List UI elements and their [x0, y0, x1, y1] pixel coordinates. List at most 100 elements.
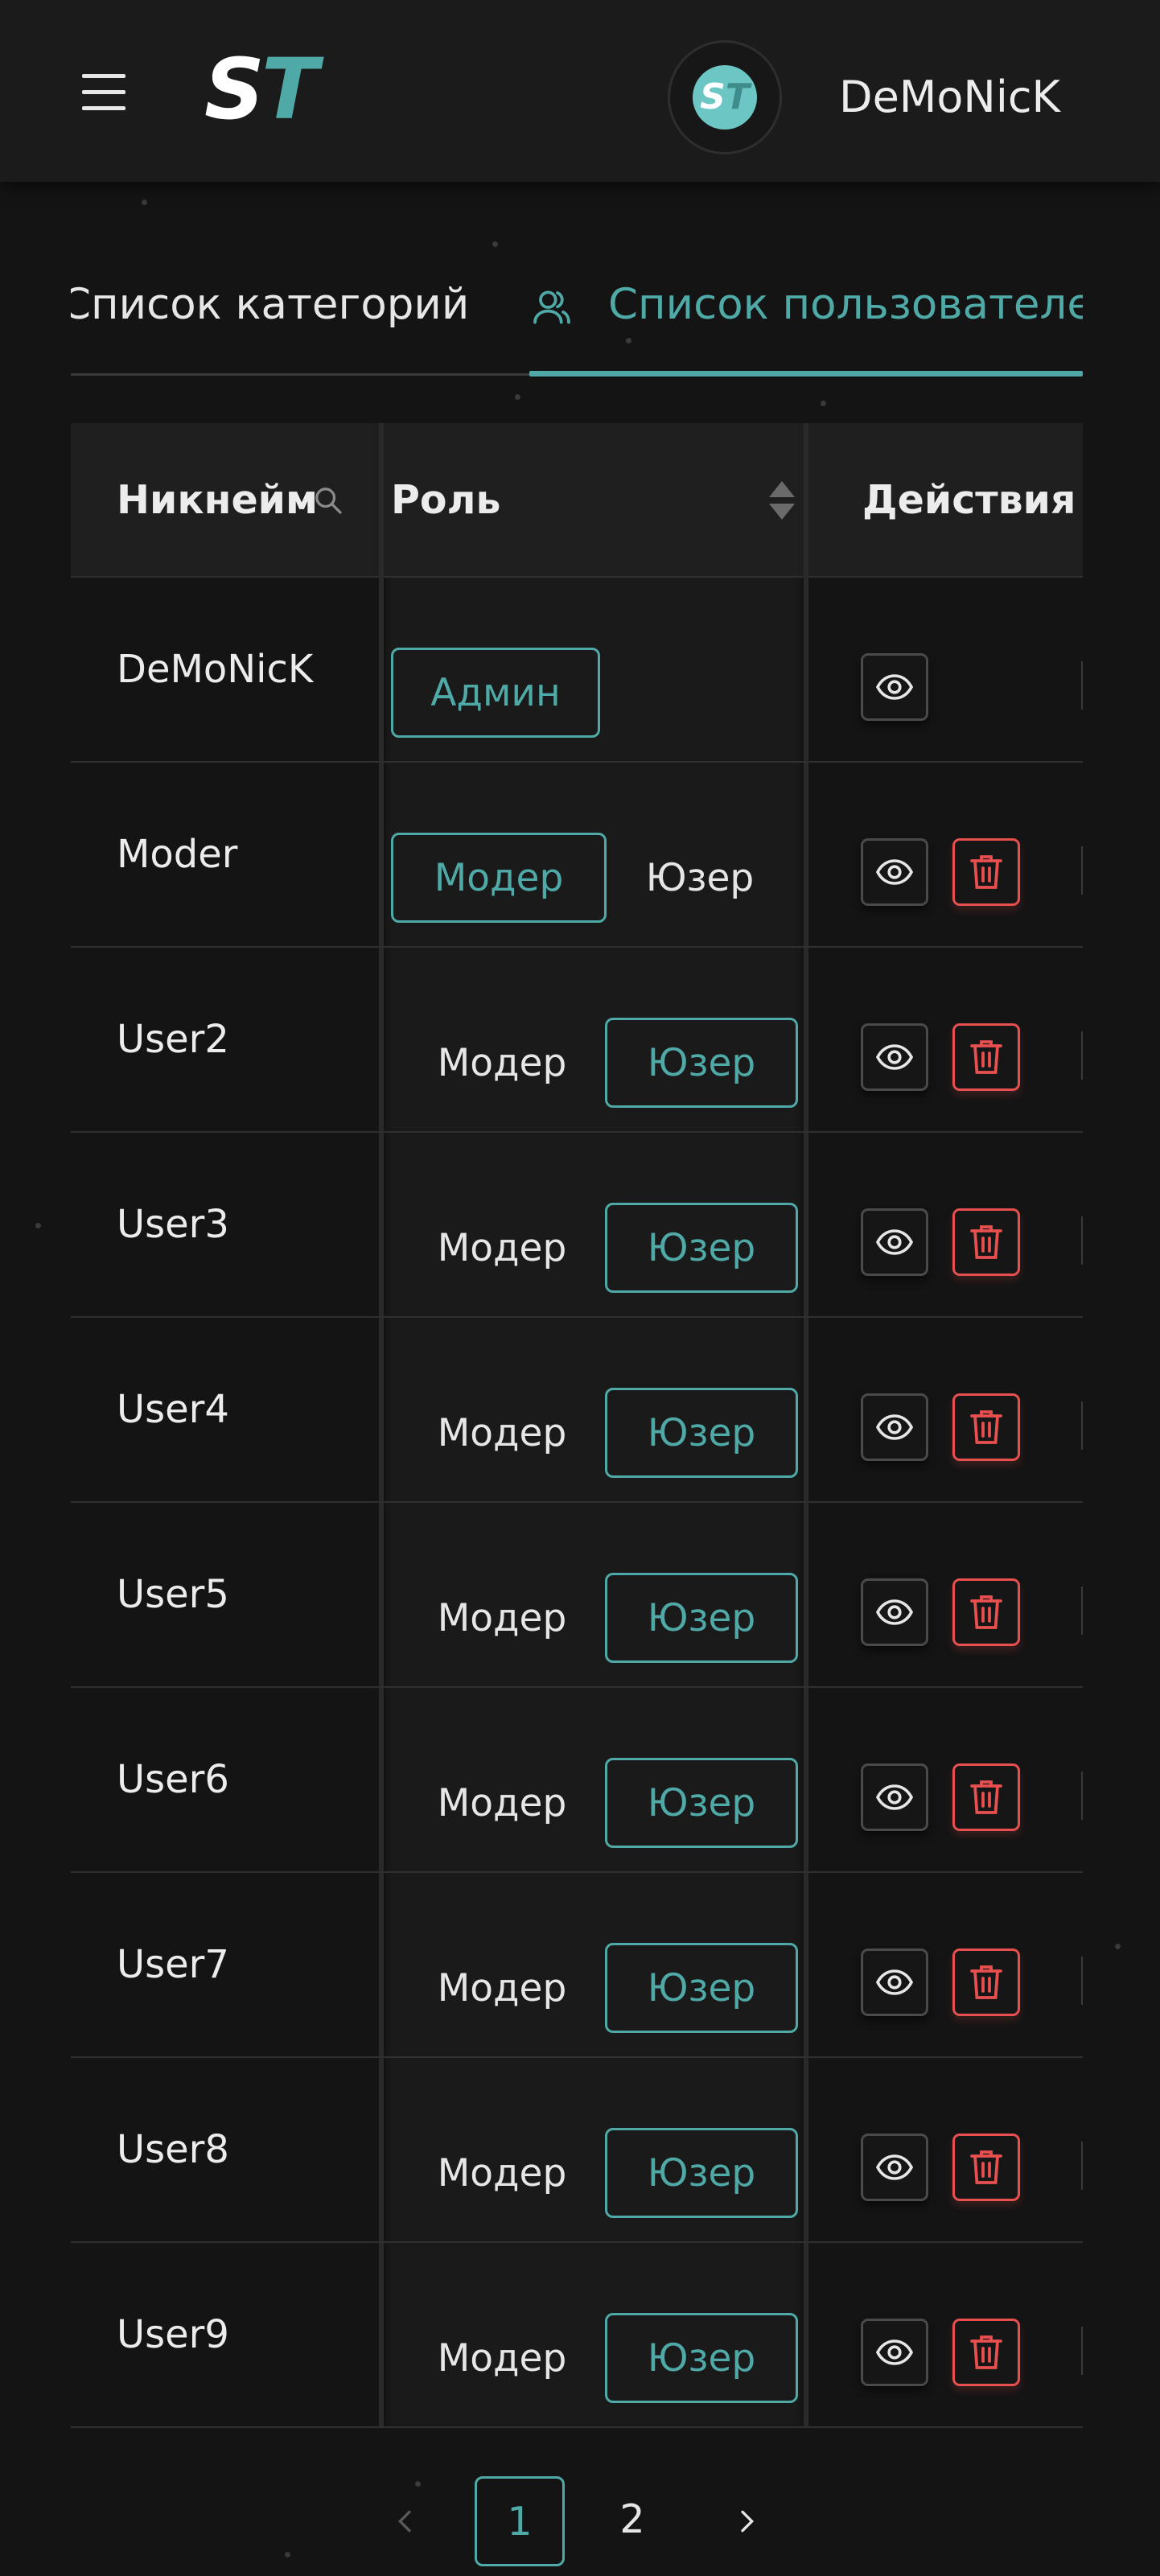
eye-icon — [875, 1044, 914, 1070]
background-speck — [35, 1223, 41, 1228]
delete-user-button[interactable] — [952, 1023, 1020, 1091]
eye-icon — [875, 1599, 914, 1625]
delete-user-button[interactable] — [952, 1578, 1020, 1646]
view-user-button[interactable] — [861, 838, 928, 906]
trash-icon — [970, 2335, 1002, 2369]
scroll-overflow-hint — [1081, 846, 1083, 895]
column-header-nickname: Никнейм — [117, 477, 319, 523]
delete-user-button[interactable] — [952, 1948, 1020, 2016]
nickname-cell: User3 — [117, 1202, 229, 1247]
nickname-cell: Moder — [117, 832, 238, 877]
users-table: Никнейм Роль Действия DeMoNicK Админ Moder… — [71, 423, 1083, 2428]
tab-categories[interactable]: Список категорий — [71, 278, 469, 331]
role-button-moder[interactable]: Модер — [422, 1758, 582, 1848]
eye-icon — [875, 1969, 914, 1995]
table-row: User9 Модер Юзер — [71, 2243, 1083, 2428]
app-logo[interactable]: ST — [204, 45, 319, 134]
table-row: User6 Модер Юзер — [71, 1688, 1083, 1873]
scroll-overflow-hint — [1081, 1957, 1083, 2005]
background-speck — [142, 200, 147, 205]
pagination-next-button[interactable] — [701, 2476, 792, 2566]
trash-icon — [970, 1595, 1002, 1629]
table-row: Moder Модер Юзер — [71, 763, 1083, 948]
delete-user-button[interactable] — [952, 1393, 1020, 1461]
role-button-user[interactable]: Юзер — [605, 2128, 798, 2218]
role-button-user[interactable]: Юзер — [605, 1943, 798, 2033]
pagination-prev-button[interactable] — [360, 2476, 450, 2566]
role-button-moder[interactable]: Модер — [422, 2313, 582, 2403]
trash-icon — [970, 1780, 1002, 1814]
avatar-button[interactable]: ST — [668, 40, 782, 154]
app-header: ST ST DeMoNicK — [0, 0, 1160, 182]
pagination-page-2[interactable]: 2 — [587, 2476, 677, 2566]
scroll-overflow-hint — [1081, 661, 1083, 710]
column-header-actions: Действия — [862, 477, 1076, 523]
tab-users-label: Список пользователей — [608, 280, 1083, 329]
table-row: User8 Модер Юзер — [71, 2058, 1083, 2243]
background-speck — [1115, 1944, 1121, 1949]
nickname-cell: User5 — [117, 1572, 229, 1617]
role-button-admin[interactable]: Админ — [391, 648, 600, 738]
view-user-button[interactable] — [861, 1763, 928, 1831]
eye-icon — [875, 2339, 914, 2365]
view-user-button[interactable] — [861, 1948, 928, 2016]
view-user-button[interactable] — [861, 1023, 928, 1091]
view-user-button[interactable] — [861, 653, 928, 721]
role-button-moder[interactable]: Модер — [422, 1943, 582, 2033]
delete-user-button[interactable] — [952, 838, 1020, 906]
view-user-button[interactable] — [861, 2134, 928, 2201]
nickname-cell: DeMoNicK — [117, 647, 314, 692]
eye-icon — [875, 1784, 914, 1810]
role-button-user[interactable]: Юзер — [605, 1573, 798, 1663]
menu-icon-bar — [82, 106, 125, 110]
table-row: DeMoNicK Админ — [71, 578, 1083, 763]
delete-user-button[interactable] — [952, 1763, 1020, 1831]
delete-user-button[interactable] — [952, 1208, 1020, 1276]
view-user-button[interactable] — [861, 1208, 928, 1276]
nickname-cell: User9 — [117, 2312, 229, 2357]
eye-icon — [875, 2154, 914, 2180]
table-header: Никнейм Роль Действия — [71, 423, 1083, 578]
header-username[interactable]: DeMoNicK — [839, 71, 1060, 124]
view-user-button[interactable] — [861, 2319, 928, 2386]
nickname-cell: User6 — [117, 1757, 229, 1802]
view-user-button[interactable] — [861, 1393, 928, 1461]
role-button-moder[interactable]: Модер — [422, 1573, 582, 1663]
scroll-overflow-hint — [1081, 1772, 1083, 1820]
role-button-user[interactable]: Юзер — [605, 1018, 798, 1108]
pagination-page-1[interactable]: 1 — [475, 2476, 565, 2566]
background-speck — [821, 401, 826, 406]
view-user-button[interactable] — [861, 1578, 928, 1646]
role-button-moder[interactable]: Модер — [422, 1388, 582, 1478]
scroll-overflow-hint — [1081, 2327, 1083, 2375]
role-button-moder[interactable]: Модер — [391, 833, 607, 923]
role-button-moder[interactable]: Модер — [422, 2128, 582, 2218]
chevron-right-icon — [741, 2510, 755, 2533]
role-button-user[interactable]: Юзер — [605, 1203, 798, 1293]
role-button-user[interactable]: Юзер — [605, 1758, 798, 1848]
role-button-moder[interactable]: Модер — [422, 1018, 582, 1108]
role-button-user[interactable]: Юзер — [605, 2313, 798, 2403]
eye-icon — [875, 859, 914, 885]
chevron-left-icon — [397, 2510, 411, 2533]
delete-user-button[interactable] — [952, 2319, 1020, 2386]
menu-icon-bar — [82, 90, 125, 94]
search-icon[interactable] — [312, 484, 344, 516]
scroll-overflow-hint — [1081, 1401, 1083, 1450]
trash-icon — [970, 1225, 1002, 1259]
avatar: ST — [693, 65, 757, 130]
menu-icon-bar — [82, 74, 125, 78]
table-row: User4 Модер Юзер — [71, 1318, 1083, 1503]
delete-user-button[interactable] — [952, 2134, 1020, 2201]
nickname-cell: User2 — [117, 1017, 229, 1062]
role-button-moder[interactable]: Модер — [422, 1203, 582, 1293]
role-button-user[interactable]: Юзер — [605, 1388, 798, 1478]
scroll-overflow-hint — [1081, 2142, 1083, 2190]
hamburger-menu-button[interactable] — [82, 74, 125, 111]
sort-icon[interactable] — [767, 479, 796, 521]
table-row: User3 Модер Юзер — [71, 1133, 1083, 1318]
table-row: User2 Модер Юзер — [71, 948, 1083, 1133]
scroll-overflow-hint — [1081, 1031, 1083, 1080]
nickname-cell: User4 — [117, 1387, 229, 1432]
role-button-user[interactable]: Юзер — [627, 833, 772, 923]
